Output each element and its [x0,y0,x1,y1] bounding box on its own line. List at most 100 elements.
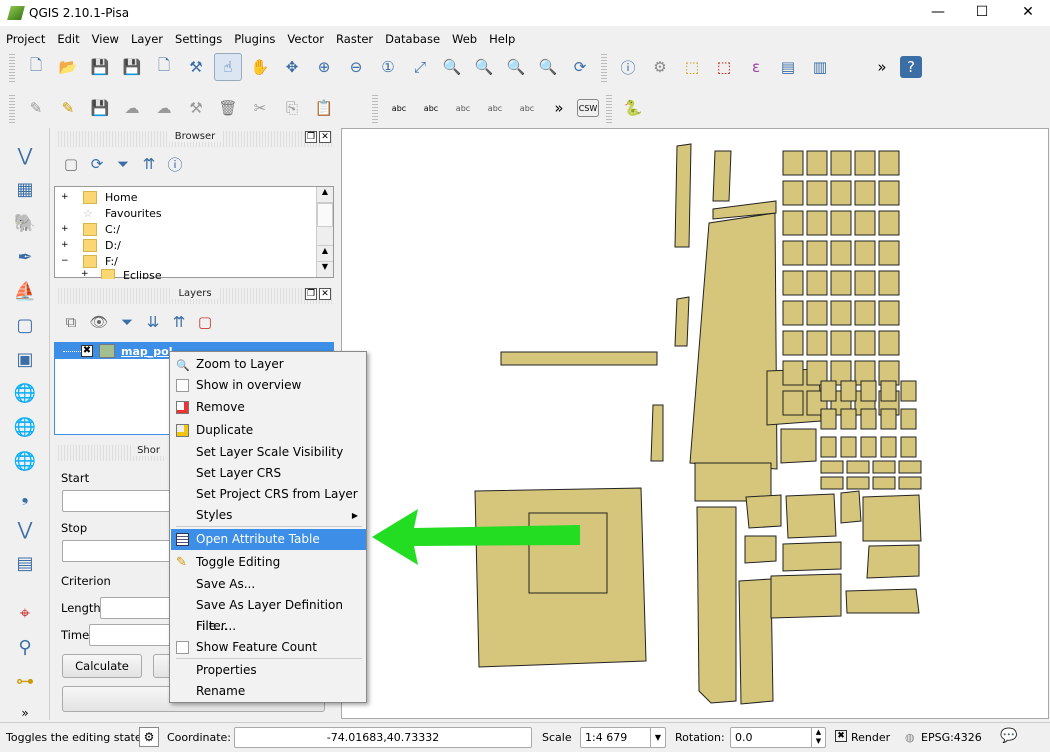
expander[interactable]: + [81,269,101,279]
expand-all-icon[interactable]: ⇊ [142,308,164,336]
menu-item-set-layer-scale-visibility[interactable]: Set Layer Scale Visibility [171,442,366,463]
copy-features-icon[interactable]: ⎘ [278,94,306,122]
menu-item-set-layer-crs[interactable]: Set Layer CRS [171,463,366,484]
tree-item-home[interactable]: + Home [55,189,333,205]
map-polygon[interactable] [820,436,837,458]
csw-icon[interactable]: CSW [577,99,599,117]
menu-database[interactable]: Database [379,32,446,46]
add-mssql-layer-icon[interactable]: ⛵ [10,276,40,306]
minimize-button[interactable]: — [915,0,961,26]
add-spatialite-layer-icon[interactable]: ✒ [10,242,40,272]
new-print-composer-icon[interactable]: 🗋 [150,53,178,81]
add-raster-layer-icon[interactable]: ▦ [10,174,40,204]
map-polygon[interactable] [806,270,828,296]
map-polygon[interactable] [898,460,922,474]
map-polygon[interactable] [880,408,897,430]
menu-item-zoom-to-layer[interactable]: 🔍 Zoom to Layer [171,354,366,375]
add-db2-layer-icon[interactable]: ▣ [10,344,40,374]
menu-project[interactable]: Project [0,32,51,46]
map-polygon[interactable] [689,212,778,470]
map-polygon[interactable] [820,476,844,490]
map-polygon[interactable] [782,270,804,296]
deselect-icon[interactable]: ⬚ [710,53,738,81]
map-polygon[interactable] [820,460,844,474]
map-polygon[interactable] [806,210,828,236]
show-hide-labels-icon[interactable]: abc [481,94,509,122]
chevron-down-icon[interactable]: ▼ [650,728,665,747]
open-project-icon[interactable]: 📂 [54,53,82,81]
current-edits-icon[interactable]: ✎ [22,94,50,122]
map-polygon[interactable] [840,380,857,402]
map-polygon[interactable] [820,380,837,402]
map-polygon[interactable] [806,180,828,206]
map-polygon[interactable] [880,436,897,458]
zoom-native-icon[interactable]: ① [374,53,402,81]
menu-layer[interactable]: Layer [125,32,169,46]
render-checkbox[interactable]: ✖ [835,730,847,742]
add-vector-layer-icon[interactable]: ⋁ [10,140,40,170]
crs-globe-icon[interactable]: ◍ [905,731,915,744]
menu-view[interactable]: View [86,32,125,46]
tree-item-eclipse[interactable]: + Eclipse [55,269,333,279]
toolbar-grip[interactable] [9,52,15,82]
toolbar-grip[interactable] [9,93,15,123]
map-polygon[interactable] [878,330,900,356]
filter-icon[interactable]: ⏷ [112,150,134,178]
new-spatialite-icon[interactable]: ▤ [10,548,40,578]
python-console-icon[interactable]: 🐍 [619,94,647,122]
zoom-last-icon[interactable]: 🔍 [502,53,530,81]
time-field[interactable] [89,624,179,646]
map-polygon[interactable] [782,330,804,356]
toolbar-overflow-button-2[interactable]: » [545,94,573,122]
map-polygon[interactable] [500,351,658,366]
map-polygon[interactable] [782,180,804,206]
map-polygon[interactable] [782,210,804,236]
tree-item-d[interactable]: + D:/ [55,237,333,253]
capture-point-icon[interactable]: ⌖ [10,598,40,628]
coordinate-field[interactable]: -74.01683,40.73332 [234,727,532,748]
map-polygon[interactable] [806,150,828,176]
messages-toggle-icon[interactable]: ⚙ [139,727,159,747]
map-polygon[interactable] [872,460,896,474]
zoom-full-icon[interactable]: ⤢ [406,53,434,81]
pan-to-selection-icon[interactable]: ✥ [278,53,306,81]
menu-item-save-as[interactable]: Save As... [171,574,366,595]
touch-zoom-pan-icon[interactable]: ☝ [214,53,242,81]
toolbar-overflow-button[interactable]: » [868,53,896,81]
delete-selected-icon[interactable]: 🗑 [214,94,242,122]
map-polygon[interactable] [712,150,732,202]
map-polygon[interactable] [785,493,837,539]
menu-raster[interactable]: Raster [330,32,379,46]
map-polygon[interactable] [782,240,804,266]
manage-visibility-icon[interactable]: 👁 [86,308,112,336]
menu-item-styles[interactable]: Styles ▶ [171,505,366,526]
move-feature-icon[interactable]: ☁ [150,94,178,122]
map-canvas[interactable] [341,128,1049,719]
map-polygon[interactable] [846,460,870,474]
menu-item-show-in-overview[interactable]: Show in overview [171,375,366,396]
map-polygon[interactable] [866,544,920,579]
save-as-icon[interactable]: 💾 [118,53,146,81]
add-wcs-layer-icon[interactable]: 🌐 [10,412,40,442]
map-polygon[interactable] [854,210,876,236]
length-field[interactable] [100,597,180,619]
remove-layer-icon[interactable]: ▢ [194,308,216,336]
browser-scrollbar[interactable]: ▲ ▲ ▼ [316,187,333,277]
calculate-button[interactable]: Calculate [62,654,142,678]
map-polygon[interactable] [846,476,870,490]
map-polygon[interactable] [862,494,922,542]
cut-features-icon[interactable]: ✂ [246,94,274,122]
map-polygon[interactable] [745,494,782,529]
layer-labeling-icon[interactable]: abc [417,94,445,122]
map-polygon[interactable] [830,150,852,176]
save-edits-icon[interactable]: 💾 [86,94,114,122]
menu-help[interactable]: Help [483,32,521,46]
map-polygon[interactable] [840,436,857,458]
close-panel-button[interactable]: ✕ [319,131,331,143]
map-polygon[interactable] [872,476,896,490]
expander[interactable]: + [61,240,83,250]
map-polygon[interactable] [806,330,828,356]
menu-vector[interactable]: Vector [281,32,330,46]
add-group-icon[interactable]: ⧉ [60,308,82,336]
close-button[interactable]: ✕ [1005,0,1050,26]
